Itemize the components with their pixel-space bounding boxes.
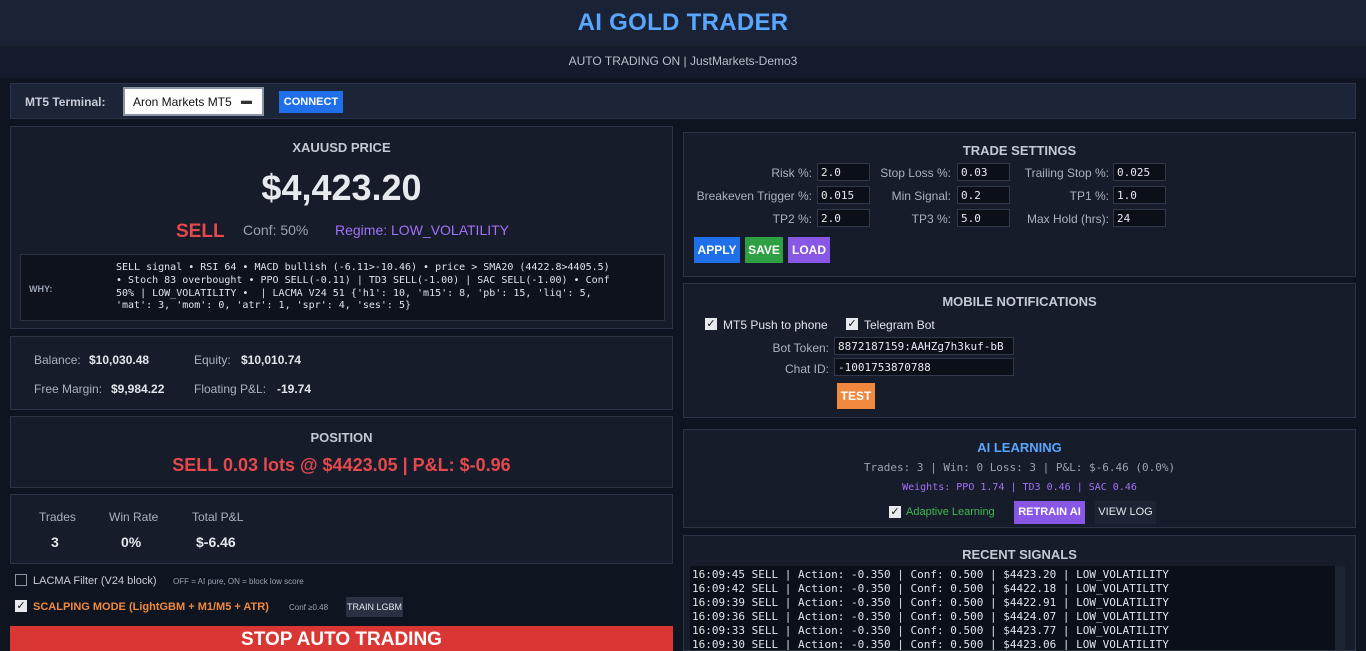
equity-value: $10,010.74 [241,353,302,367]
terminal-label: MT5 Terminal: [25,95,106,109]
app-title: AI GOLD TRADER [577,9,789,36]
connect-button[interactable]: CONNECT [279,91,343,113]
position-text: SELL 0.03 lots @ $4423.05 | P&L: $-0.96 [172,455,511,475]
scalping-mode-label: SCALPING MODE (LightGBM + M1/M5 + ATR) [33,601,269,613]
terminal-select[interactable]: Aron Markets MT5 ▬ [123,87,264,116]
trades-value: 3 [51,534,59,550]
recent-signals-heading: RECENT SIGNALS [962,547,1077,562]
signal-line: 16:09:45 SELL | Action: -0.350 | Conf: 0… [692,568,1169,581]
floating-pnl-value: -19.74 [277,382,312,396]
terminal-bar: MT5 Terminal: Aron Markets MT5 ▬ CONNECT [10,83,1356,119]
title-bar: AI GOLD TRADER [0,0,1366,46]
min-signal-input[interactable]: 0.2 [957,186,1010,204]
mt5-push-label: MT5 Push to phone [723,318,828,332]
signal-line: 16:09:30 SELL | Action: -0.350 | Conf: 0… [692,638,1169,651]
tp3-input[interactable]: 5.0 [957,209,1010,227]
lacma-filter-note: OFF = AI pure, ON = block low score [173,577,304,586]
signal-line: 16:09:36 SELL | Action: -0.350 | Conf: 0… [692,610,1169,623]
tp1-input[interactable]: 1.0 [1113,186,1166,204]
max-hold-input[interactable]: 24 [1113,209,1166,227]
total-pnl-value: $-6.46 [196,534,236,550]
scalping-conf-note: Conf ≥0.48 [289,603,329,612]
recent-signals-panel: RECENT SIGNALS 16:09:45 SELL | Action: -… [683,535,1356,651]
free-margin-value: $9,984.22 [111,382,165,396]
signal-line: 16:09:42 SELL | Action: -0.350 | Conf: 0… [692,582,1169,595]
signals-log: 16:09:45 SELL | Action: -0.350 | Conf: 0… [690,566,1345,651]
equity-label: Equity: [194,353,231,367]
load-button[interactable]: LOAD [788,237,830,263]
total-pnl-label: Total P&L [192,510,244,524]
account-panel: Balance: $10,030.48 Equity: $10,010.74 F… [10,336,673,410]
trailing-stop-label: Trailing Stop %: [1024,166,1109,180]
winrate-label: Win Rate [109,510,159,524]
stop-loss-label: Stop Loss %: [880,166,951,180]
view-log-button[interactable]: VIEW LOG [1095,501,1156,524]
telegram-bot-label: Telegram Bot [864,318,935,332]
floating-pnl-label: Floating P&L: [194,382,267,396]
tp1-label: TP1 %: [1069,189,1109,203]
ai-learning-heading: AI LEARNING [977,440,1062,455]
test-button[interactable]: TEST [837,383,875,409]
trades-label: Trades [39,510,76,524]
position-heading: POSITION [310,430,373,445]
price-value: $4,423.20 [261,167,422,208]
terminal-select-value: Aron Markets MT5 [133,95,232,109]
dropdown-icon: ▬ [241,95,252,107]
why-label: WHY: [29,284,53,294]
chat-id-label: Chat ID: [784,362,829,376]
tp3-label: TP3 %: [911,212,951,226]
scalping-mode-checkbox[interactable]: ✓ [15,600,27,612]
stop-loss-input[interactable]: 0.03 [957,163,1010,181]
mobile-notifications-heading: MOBILE NOTIFICATIONS [942,294,1097,309]
bot-token-input[interactable]: 8872187159:AAHZg7h3kuf-bB [834,337,1014,355]
apply-button[interactable]: APPLY [694,237,740,263]
adaptive-learning-checkbox[interactable]: ✓ [889,506,901,518]
why-text: SELL signal • RSI 64 • MACD bullish (-6.… [116,262,610,312]
ai-weights: Weights: PPO 1.74 | TD3 0.46 | SAC 0.46 [902,482,1137,493]
balance-label: Balance: [34,353,81,367]
retrain-ai-button[interactable]: RETRAIN AI [1014,501,1085,524]
balance-value: $10,030.48 [89,353,150,367]
trailing-stop-input[interactable]: 0.025 [1113,163,1166,181]
app-header: AI GOLD TRADER AUTO TRADING ON | JustMar… [0,0,1366,78]
signal-line: 16:09:39 SELL | Action: -0.350 | Conf: 0… [692,596,1169,609]
bot-token-label: Bot Token: [772,341,829,355]
min-signal-label: Min Signal: [891,189,951,203]
train-lgbm-button[interactable]: TRAIN LGBM [346,597,403,617]
chat-id-input[interactable]: -1001753870788 [834,358,1014,376]
free-margin-label: Free Margin: [34,382,103,396]
lacma-filter-label: LACMA Filter (V24 block) [33,575,157,587]
stats-panel: Trades 3 Win Rate 0% Total P&L $-6.46 [10,494,673,564]
tp2-label: TP2 %: [772,212,812,226]
trading-status: AUTO TRADING ON | JustMarkets-Demo3 [568,54,798,68]
adaptive-learning-label: Adaptive Learning [906,506,995,518]
why-box: WHY: SELL signal • RSI 64 • MACD bullish… [20,254,665,321]
risk-label: Risk %: [771,166,812,180]
ai-learning-panel: AI LEARNING Trades: 3 | Win: 0 Loss: 3 |… [683,429,1356,528]
winrate-value: 0% [121,534,142,550]
max-hold-label: Max Hold (hrs): [1026,212,1109,226]
position-panel: POSITION SELL 0.03 lots @ $4423.05 | P&L… [10,416,673,488]
save-button[interactable]: SAVE [745,237,783,263]
confidence-text: Conf: 50% [243,222,309,238]
mt5-push-checkbox[interactable]: ✓ [705,318,717,330]
lacma-filter-checkbox[interactable] [15,574,27,586]
stop-auto-trading-button[interactable]: STOP AUTO TRADING [10,626,673,651]
signals-scrollbar[interactable] [1335,566,1345,650]
telegram-bot-checkbox[interactable]: ✓ [846,318,858,330]
signal-text: SELL [176,221,225,242]
regime-text: Regime: LOW_VOLATILITY [335,222,510,238]
breakeven-trigger-input[interactable]: 0.015 [817,186,870,204]
trade-settings-panel: TRADE SETTINGS Risk %: 2.0 Stop Loss %: … [683,132,1356,277]
breakeven-trigger-label: Breakeven Trigger %: [696,189,812,203]
mobile-notifications-panel: MOBILE NOTIFICATIONS ✓ MT5 Push to phone… [683,283,1356,418]
price-heading: XAUUSD PRICE [292,140,391,155]
price-panel: XAUUSD PRICE $4,423.20 SELL Conf: 50% Re… [10,126,673,329]
tp2-input[interactable]: 2.0 [817,209,870,227]
ai-stats: Trades: 3 | Win: 0 Loss: 3 | P&L: $-6.46… [863,461,1176,474]
trade-settings-heading: TRADE SETTINGS [962,143,1077,158]
signal-line: 16:09:33 SELL | Action: -0.350 | Conf: 0… [692,624,1169,637]
risk-input[interactable]: 2.0 [817,163,870,181]
